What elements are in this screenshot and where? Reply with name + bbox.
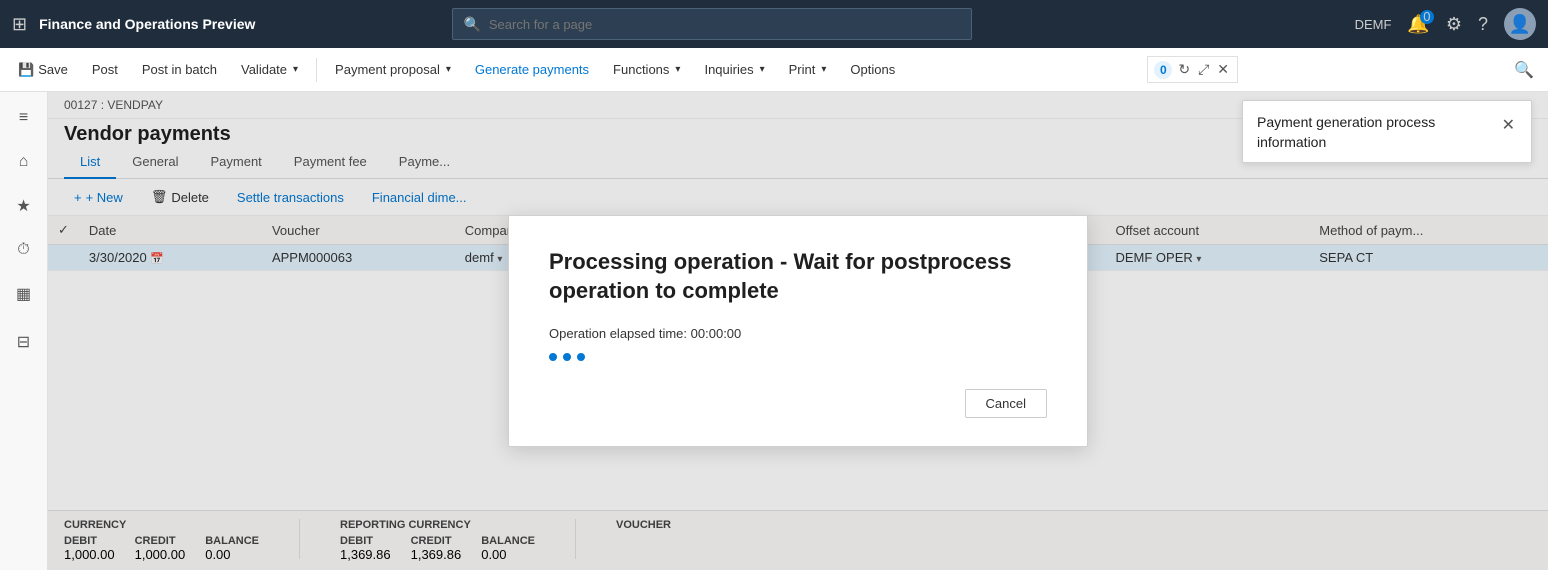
elapsed-value: 00:00:00: [691, 326, 742, 341]
generate-payments-button[interactable]: Generate payments: [465, 52, 599, 88]
top-navigation-bar: ⊞ Finance and Operations Preview 🔍 DEMF …: [0, 0, 1548, 48]
inquiries-chevron: ▾: [760, 64, 765, 75]
top-bar-right-section: DEMF 🔔 0 ⚙ ? 👤: [1355, 8, 1536, 40]
content-search-icon[interactable]: 🔍: [1508, 54, 1540, 86]
dot-2: [563, 353, 571, 361]
modal-title: Processing operation - Wait for postproc…: [549, 248, 1047, 305]
info-panel-header: Payment generation process information ✕: [1243, 101, 1531, 162]
options-button[interactable]: Options: [840, 52, 905, 88]
sidebar-menu-icon[interactable]: ≡: [6, 100, 42, 136]
functions-chevron: ▾: [675, 64, 680, 75]
payment-proposal-button[interactable]: Payment proposal ▾: [325, 52, 461, 88]
notification-count: 0: [1420, 10, 1434, 24]
sidebar-favorites-icon[interactable]: ★: [6, 188, 42, 224]
print-button[interactable]: Print ▾: [779, 52, 837, 88]
modal-footer: Cancel: [549, 389, 1047, 418]
sidebar-recent-icon[interactable]: ⏱: [6, 232, 42, 268]
modal-elapsed: Operation elapsed time: 00:00:00: [549, 326, 1047, 341]
main-area: 00127 : VENDPAY Vendor payments List Gen…: [48, 92, 1548, 570]
search-bar[interactable]: 🔍: [452, 8, 972, 40]
page-content: ≡ ⌂ ★ ⏱ ▦ ⊟ 00127 : VENDPAY Vendor payme…: [0, 92, 1548, 570]
modal-overlay: Processing operation - Wait for postproc…: [48, 92, 1548, 570]
search-icon: 🔍: [463, 16, 480, 33]
info-panel-title: Payment generation process information: [1257, 113, 1500, 152]
sidebar-home-icon[interactable]: ⌂: [6, 144, 42, 180]
elapsed-label: Operation elapsed time:: [549, 326, 687, 341]
validate-chevron: ▾: [293, 64, 298, 75]
save-button[interactable]: 💾 Save: [8, 52, 78, 88]
validate-button[interactable]: Validate ▾: [231, 52, 308, 88]
avatar[interactable]: 👤: [1504, 8, 1536, 40]
dot-3: [577, 353, 585, 361]
divider-1: [316, 58, 317, 82]
post-batch-button[interactable]: Post in batch: [132, 52, 227, 88]
info-panel: Payment generation process information ✕: [1242, 100, 1532, 163]
processing-modal: Processing operation - Wait for postproc…: [508, 215, 1088, 446]
print-chevron: ▾: [821, 64, 826, 75]
dot-1: [549, 353, 557, 361]
app-title: Finance and Operations Preview: [39, 16, 255, 32]
settings-icon[interactable]: ⚙: [1446, 14, 1462, 35]
notification-button[interactable]: 🔔 0: [1407, 14, 1429, 35]
left-sidebar: ≡ ⌂ ★ ⏱ ▦ ⊟: [0, 92, 48, 570]
sidebar-workspaces-icon[interactable]: ▦: [6, 276, 42, 312]
sidebar-filter-icon[interactable]: ⊟: [6, 324, 42, 360]
help-icon[interactable]: ?: [1478, 14, 1488, 35]
save-icon: 💾: [18, 62, 34, 78]
modal-loading-dots: [549, 353, 1047, 361]
functions-button[interactable]: Functions ▾: [603, 52, 690, 88]
post-button[interactable]: Post: [82, 52, 128, 88]
action-bar: 💾 Save Post Post in batch Validate ▾ Pay…: [0, 48, 1548, 92]
user-label: DEMF: [1355, 17, 1392, 32]
search-input[interactable]: [489, 17, 962, 32]
app-grid-icon[interactable]: ⊞: [12, 14, 27, 35]
payment-proposal-chevron: ▾: [446, 64, 451, 75]
cancel-button[interactable]: Cancel: [965, 389, 1047, 418]
inquiries-button[interactable]: Inquiries ▾: [694, 52, 774, 88]
avatar-image: 👤: [1509, 14, 1531, 35]
info-panel-close-icon[interactable]: ✕: [1500, 113, 1517, 137]
